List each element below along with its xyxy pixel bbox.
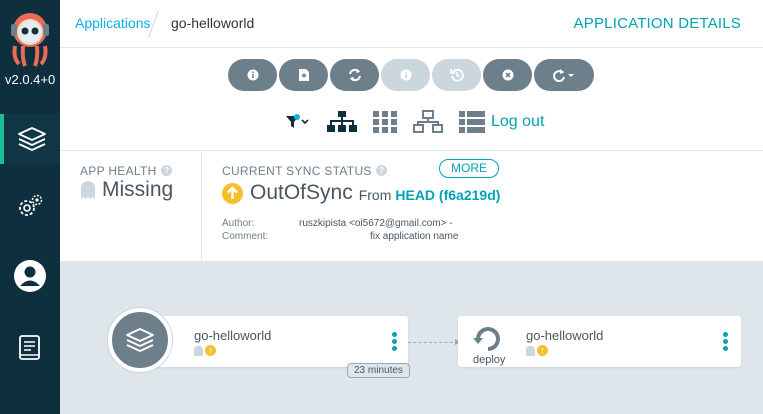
- breadcrumb-current: go-helloworld: [171, 15, 255, 31]
- deployment-icon: [473, 327, 500, 351]
- user-icon: [14, 260, 46, 292]
- nav-applications[interactable]: [0, 114, 60, 164]
- delete-icon: [502, 69, 513, 81]
- resource-graph[interactable]: go-helloworld ↑ 23 minutes deploy go-hel…: [60, 261, 763, 414]
- action-toolbar: [228, 59, 594, 91]
- sync-status-value: OutOfSync: [250, 181, 353, 204]
- missing-icon: [194, 345, 203, 356]
- filter-toggle[interactable]: [285, 112, 311, 132]
- refresh-button[interactable]: [534, 59, 594, 91]
- comment-value: fix application name: [370, 231, 459, 242]
- app-health: APP HEALTH ? Missing: [80, 162, 173, 201]
- diff-button[interactable]: [279, 59, 328, 91]
- deploy-node-menu[interactable]: [723, 332, 728, 351]
- author-value: ruszkipista <oi5672@gmail.com> -: [299, 218, 453, 229]
- more-button[interactable]: MORE: [439, 159, 499, 178]
- network-view-button[interactable]: [413, 110, 443, 134]
- refresh-icon: [553, 69, 574, 82]
- ghost-icon: [81, 181, 95, 199]
- view-switcher: Log out: [285, 108, 544, 136]
- history-button[interactable]: [432, 59, 481, 91]
- info-icon: [400, 69, 411, 81]
- grid-icon: [373, 111, 397, 133]
- version-label: v2.0.4+0: [5, 72, 56, 87]
- app-node-name: go-helloworld: [194, 328, 272, 343]
- application-icon: [126, 328, 154, 352]
- revision-link[interactable]: HEAD (f6a219d): [395, 187, 500, 203]
- sync-status-row: OutOfSync From HEAD (f6a219d): [222, 181, 500, 205]
- deploy-node-status: ↑: [526, 345, 548, 356]
- graph-edge: [408, 342, 458, 343]
- sync-status-button[interactable]: [381, 59, 430, 91]
- deploy-node[interactable]: deploy go-helloworld ↑: [458, 316, 741, 367]
- out-of-sync-icon: [222, 182, 243, 204]
- network-icon: [413, 110, 443, 133]
- info-icon: [247, 69, 258, 81]
- side-nav: v2.0.4+0: [0, 0, 60, 414]
- top-bar: Applications go-helloworld APPLICATION D…: [60, 0, 763, 48]
- page-title: APPLICATION DETAILS: [573, 15, 741, 32]
- details-button[interactable]: [228, 59, 277, 91]
- history-icon: [449, 68, 464, 82]
- app-node-icon: [108, 308, 172, 372]
- app-health-value: Missing: [80, 178, 173, 202]
- filter-icon: [286, 114, 309, 128]
- app-node-menu[interactable]: [392, 332, 397, 351]
- deploy-node-kind: deploy: [473, 354, 506, 366]
- sitemap-icon: [327, 111, 357, 132]
- sync-status: CURRENT SYNC STATUS ? MORE OutOfSync Fro…: [222, 159, 742, 242]
- nav-settings[interactable]: [0, 182, 60, 232]
- list-view-button[interactable]: [459, 111, 485, 133]
- help-icon[interactable]: ?: [376, 165, 388, 177]
- from-label: From: [358, 186, 392, 203]
- help-icon[interactable]: ?: [161, 165, 173, 177]
- out-of-sync-icon: ↑: [205, 345, 216, 356]
- pods-view-button[interactable]: [373, 111, 397, 133]
- out-of-sync-icon: ↑: [537, 345, 548, 356]
- health-status-text: Missing: [102, 178, 174, 201]
- logout-link[interactable]: Log out: [491, 113, 544, 131]
- edge-age-badge: 23 minutes: [347, 363, 410, 378]
- settings-icon: [19, 194, 43, 216]
- nav-user-info[interactable]: [0, 251, 60, 301]
- sync-status-label: CURRENT SYNC STATUS: [222, 164, 372, 178]
- diff-icon: [298, 69, 309, 81]
- tree-view-button[interactable]: [327, 110, 357, 134]
- applications-icon: [18, 127, 46, 151]
- app-health-label: APP HEALTH: [80, 164, 157, 178]
- deploy-node-name: go-helloworld: [526, 328, 604, 343]
- sync-button[interactable]: [330, 59, 379, 91]
- comment-label: Comment:: [222, 231, 269, 242]
- list-icon: [459, 111, 485, 133]
- nav-documentation[interactable]: [0, 323, 60, 373]
- panel-divider: [201, 151, 202, 262]
- author-label: Author:: [222, 218, 255, 229]
- status-panel: APP HEALTH ? Missing CURRENT SYNC STATUS…: [60, 150, 763, 262]
- argo-logo[interactable]: [5, 8, 55, 68]
- sync-icon: [348, 68, 361, 82]
- breadcrumb-applications[interactable]: Applications: [75, 15, 151, 31]
- docs-icon: [19, 335, 40, 360]
- delete-button[interactable]: [483, 59, 532, 91]
- app-node-status: ↑: [194, 345, 216, 356]
- missing-icon: [526, 345, 535, 356]
